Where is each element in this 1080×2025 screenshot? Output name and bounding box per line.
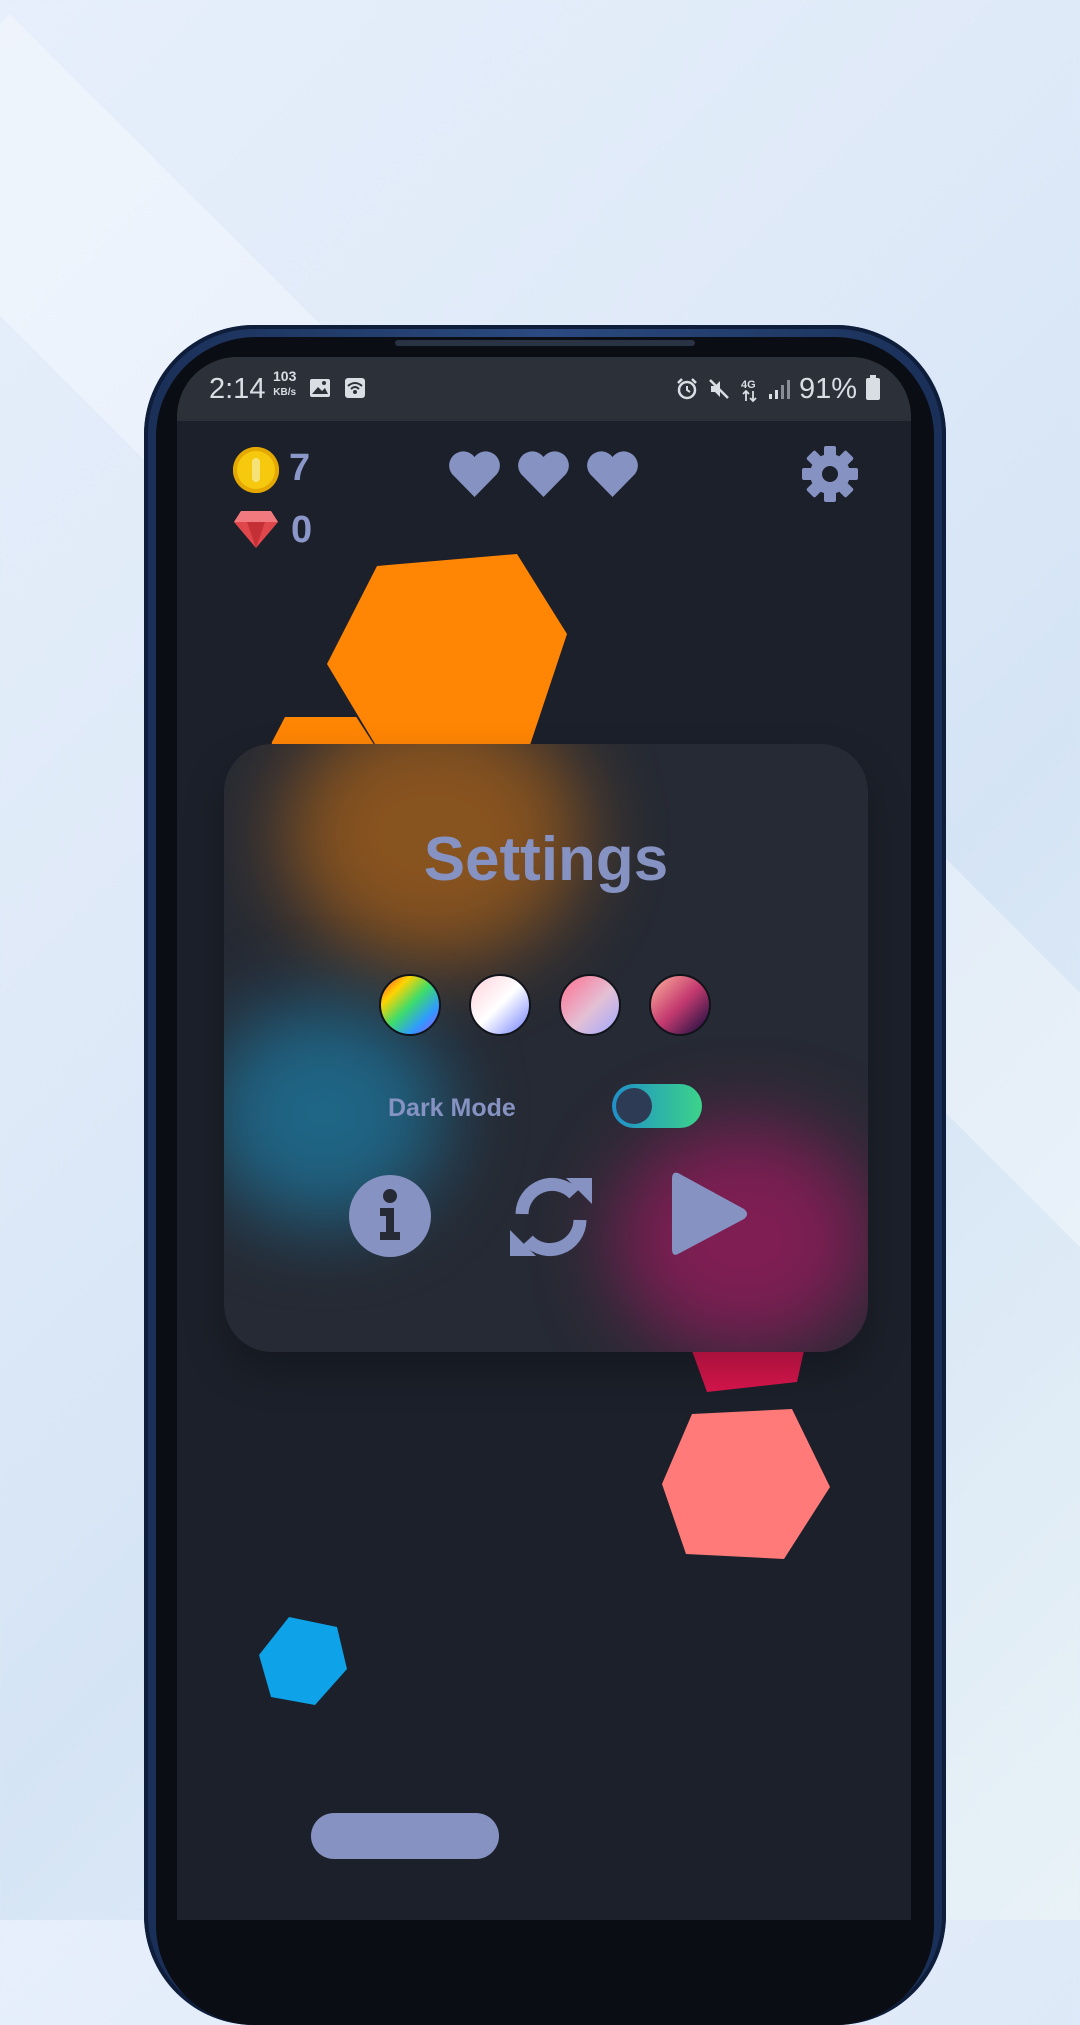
restart-icon[interactable] (508, 1174, 594, 1260)
dark-mode-label: Dark Mode (388, 1094, 516, 1122)
status-time: 2:14 (209, 373, 266, 405)
hexagon-blue (259, 1617, 347, 1705)
coin-count: 7 (289, 447, 311, 489)
hexagon-coral (662, 1409, 830, 1559)
signal-icon (769, 380, 790, 399)
theme-swatch-rainbow[interactable] (379, 974, 441, 1036)
lives (447, 449, 654, 504)
svg-text:4G: 4G (741, 379, 756, 391)
theme-swatch-rose-navy[interactable] (649, 974, 711, 1036)
toggle-knob (616, 1088, 652, 1124)
coin-icon (233, 447, 279, 493)
settings-dialog: Settings Dark Mode (224, 744, 868, 1352)
theme-swatch-pink-lavender[interactable] (559, 974, 621, 1036)
info-icon[interactable] (348, 1174, 432, 1258)
gem-icon (234, 511, 278, 548)
battery-percent: 91% (798, 373, 857, 405)
4g-icon: 4G (741, 379, 757, 403)
heart-icon (449, 451, 500, 497)
gear-icon[interactable] (801, 445, 859, 503)
game-screen: 2:14 103 KB/s 4G 91% 7 0 Settings Dark M… (177, 357, 911, 1920)
home-indicator[interactable] (311, 1813, 499, 1859)
alarm-icon (677, 378, 697, 400)
phone-speaker (395, 340, 695, 346)
wifi-box-icon (345, 378, 365, 398)
gem-count: 0 (291, 509, 313, 551)
theme-swatch-pink-blue[interactable] (469, 974, 531, 1036)
battery-icon (866, 375, 880, 400)
mute-icon (709, 379, 729, 399)
image-icon (310, 379, 330, 397)
heart-icon (518, 451, 569, 497)
status-bar: 2:14 103 KB/s 4G 91% (177, 357, 911, 421)
dark-mode-toggle[interactable] (612, 1084, 702, 1128)
network-speed: 103 KB/s (273, 368, 297, 398)
heart-icon (587, 451, 638, 497)
settings-title: Settings (423, 825, 669, 894)
play-icon[interactable] (670, 1169, 750, 1259)
